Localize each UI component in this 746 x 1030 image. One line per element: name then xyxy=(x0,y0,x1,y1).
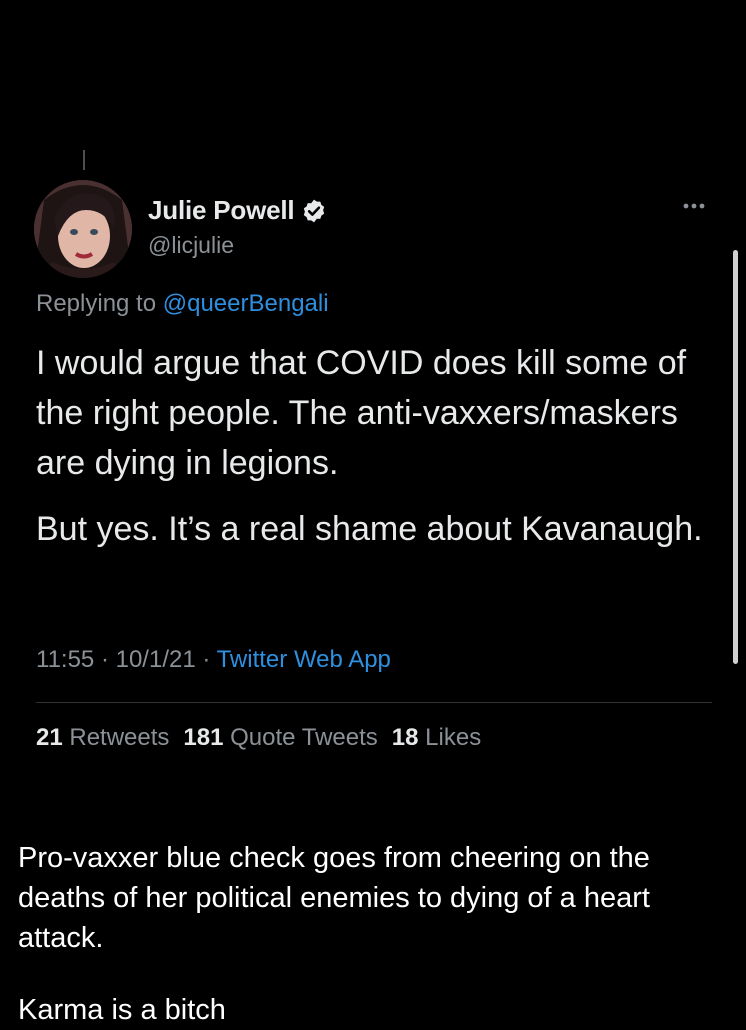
tweet-text: I would argue that COVID does kill some … xyxy=(36,338,716,570)
retweets-count: 21 xyxy=(36,724,63,751)
author-handle[interactable]: @licjulie xyxy=(148,232,234,259)
quote-tweets-label: Quote Tweets xyxy=(230,724,378,751)
caption-text: Pro-vaxxer blue check goes from cheering… xyxy=(18,842,650,954)
meta-separator: · xyxy=(94,646,116,673)
tweet-paragraph: I would argue that COVID does kill some … xyxy=(36,344,687,482)
meta-separator: · xyxy=(195,646,217,673)
quote-tweets-count: 181 xyxy=(183,724,224,751)
tweet-paragraph: But yes. It’s a real shame about Kavanau… xyxy=(36,510,703,548)
likes-stat[interactable]: 18 Likes xyxy=(392,724,481,752)
more-options-button[interactable] xyxy=(678,196,714,216)
likes-label: Likes xyxy=(425,724,482,751)
replying-to-link[interactable]: @queerBengali xyxy=(163,290,329,317)
more-options-icon xyxy=(683,203,705,209)
quote-tweets-stat[interactable]: 181 Quote Tweets xyxy=(183,724,377,752)
retweets-stat[interactable]: 21 Retweets xyxy=(36,724,169,752)
author-display-name[interactable]: Julie Powell xyxy=(148,195,295,226)
retweets-label: Retweets xyxy=(69,724,170,751)
scrollbar[interactable] xyxy=(733,250,738,664)
verified-badge-icon xyxy=(304,199,325,222)
caption-text-partial: Karma is a bitch xyxy=(18,994,226,1026)
replying-prefix: Replying to xyxy=(36,290,163,317)
tweet-stats: 21 Retweets 181 Quote Tweets 18 Likes xyxy=(36,724,481,752)
divider xyxy=(36,702,712,703)
tweet-time[interactable]: 11:55 xyxy=(36,646,94,673)
tweet-date[interactable]: 10/1/21 xyxy=(116,646,196,673)
avatar[interactable] xyxy=(34,180,132,278)
likes-count: 18 xyxy=(391,724,419,751)
thread-connector-line xyxy=(83,150,85,170)
tweet-source-link[interactable]: Twitter Web App xyxy=(217,646,391,673)
tweet-metadata: 11:55 · 10/1/21 · Twitter Web App xyxy=(36,646,391,674)
author-name-row[interactable]: Julie Powell xyxy=(148,195,327,226)
replying-to-line: Replying to @queerBengali xyxy=(36,290,329,318)
